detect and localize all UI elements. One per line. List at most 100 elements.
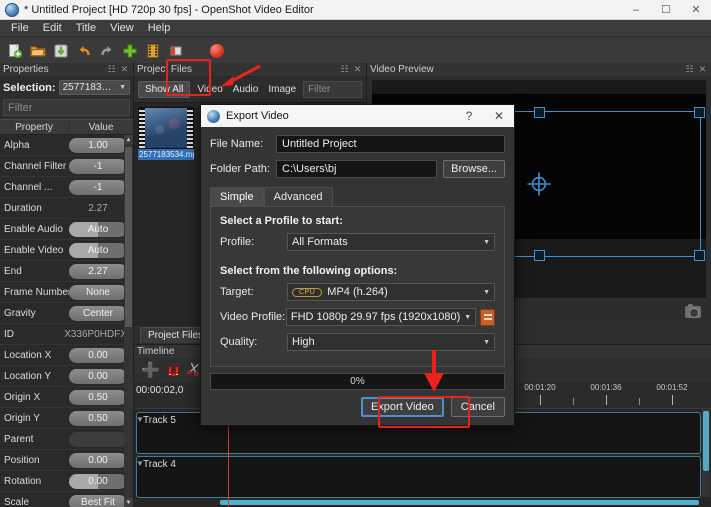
help-button[interactable]: ? [454,105,484,127]
property-value[interactable]: 0.50 [69,389,127,405]
property-value[interactable]: Auto [69,221,127,237]
folder-path-input[interactable]: C:\Users\bj [276,160,438,178]
tab-advanced[interactable]: Advanced [263,187,333,206]
chevron-down-icon: ▼ [119,84,126,91]
file-name-input[interactable]: Untitled Project [276,135,505,153]
property-row[interactable]: End 2.27 [0,261,133,282]
property-name: Origin X [4,391,41,403]
property-value[interactable]: 1.00 [69,137,127,153]
profile-dropdown[interactable]: All Formats ▼ [287,233,495,251]
menu-help[interactable]: Help [141,21,178,35]
scroll-down-icon[interactable]: ▼ [124,498,133,507]
target-dropdown[interactable]: CPU MP4 (h.264) ▼ [287,283,495,301]
close-panel-icon[interactable]: ✕ [352,64,363,75]
export-video-button[interactable]: Export Video [360,397,444,417]
close-dialog-button[interactable]: ✕ [484,105,514,127]
menu-edit[interactable]: Edit [36,21,69,35]
project-files-filter-input[interactable]: Filter [303,81,362,98]
close-panel-icon[interactable]: ✕ [119,64,130,75]
property-value[interactable]: 2.27 [69,201,127,216]
property-value[interactable]: 2.27 [69,263,127,279]
video-thumbnail-icon [138,107,194,149]
close-panel-icon[interactable]: ✕ [697,64,708,75]
timeline-horizontal-scrollbar[interactable] [220,500,699,505]
property-value[interactable]: 0.00 [69,368,127,384]
property-row[interactable]: Origin X 0.50 [0,387,133,408]
property-row[interactable]: Enable Audio Auto [0,219,133,240]
track-row[interactable]: ▼ Track 4 [136,456,701,498]
film-strip-icon[interactable] [143,41,163,61]
properties-scrollbar[interactable]: ▲ ▼ [124,135,133,507]
save-icon[interactable] [51,41,71,61]
video-profile-dropdown[interactable]: FHD 1080p 29.97 fps (1920x1080) ▼ [285,308,477,326]
properties-grid[interactable]: Alpha 1.00 Channel Filter -1 Channel ... -1 Du… [0,135,133,507]
property-row[interactable]: Scale Best Fit [0,492,133,507]
float-panel-icon[interactable]: ☷ [106,64,117,75]
property-value[interactable]: 0.00 [69,347,127,363]
property-row[interactable]: Position 0.00 [0,450,133,471]
property-row[interactable]: Channel Filter -1 [0,156,133,177]
property-row[interactable]: Rotation 0.00 [0,471,133,492]
property-value[interactable]: Best Fit [69,494,127,507]
property-row[interactable]: Duration 2.27 [0,198,133,219]
menu-file[interactable]: File [4,21,36,35]
undo-arrow-icon[interactable] [74,41,94,61]
tab-simple[interactable]: Simple [210,187,264,206]
menu-title[interactable]: Title [69,21,103,35]
property-row[interactable]: ID X336P0HDFX [0,324,133,345]
menu-view[interactable]: View [103,21,141,35]
scroll-up-icon[interactable]: ▲ [124,135,133,144]
scissors-icon[interactable] [185,361,201,379]
redo-arrow-icon[interactable] [97,41,117,61]
manage-profiles-icon[interactable] [480,308,495,326]
float-panel-icon[interactable]: ☷ [684,64,695,75]
property-value[interactable]: X336P0HDFX [64,327,127,342]
float-panel-icon[interactable]: ☷ [339,64,350,75]
magnet-icon[interactable] [167,365,180,379]
property-row[interactable]: Gravity Center [0,303,133,324]
property-row[interactable]: Channel ... -1 [0,177,133,198]
cancel-button[interactable]: Cancel [450,397,505,417]
minimize-button[interactable]: – [621,0,651,19]
property-value[interactable] [69,431,127,447]
quality-dropdown[interactable]: High ▼ [287,333,495,351]
open-folder-icon[interactable] [28,41,48,61]
title-icon[interactable] [166,41,186,61]
property-row[interactable]: Enable Video Auto [0,240,133,261]
property-row[interactable]: Origin Y 0.50 [0,408,133,429]
timeline-vertical-scrollbar[interactable] [702,409,710,497]
camera-icon[interactable] [685,304,701,318]
property-name: Rotation [4,475,42,487]
video-preview-title: Video Preview [370,64,434,75]
property-value[interactable]: Auto [69,242,127,258]
filter-audio[interactable]: Audio [230,82,262,97]
properties-filter-input[interactable]: Filter [3,99,130,116]
window-title: * Untitled Project [HD 720p 30 fps] - Op… [24,3,314,16]
property-value[interactable]: -1 [69,179,127,195]
plus-icon[interactable] [120,41,140,61]
property-value[interactable]: Center [69,305,127,321]
list-item[interactable]: 2577183534.mp [138,107,194,160]
new-file-icon[interactable] [5,41,25,61]
add-track-icon[interactable]: ➕ [141,363,160,378]
filter-video[interactable]: Video [194,82,225,97]
property-row[interactable]: Location X 0.00 [0,345,133,366]
property-row[interactable]: Frame Number None [0,282,133,303]
property-row[interactable]: Parent [0,429,133,450]
filter-show-all[interactable]: Show All [138,81,191,98]
browse-button[interactable]: Browse... [443,160,505,178]
property-row[interactable]: Location Y 0.00 [0,366,133,387]
close-button[interactable]: ✕ [681,0,711,19]
record-dot-icon[interactable] [207,41,227,61]
maximize-button[interactable]: ☐ [651,0,681,19]
property-value[interactable]: 0.00 [69,452,127,468]
property-value[interactable]: None [69,284,127,300]
property-row[interactable]: Alpha 1.00 [0,135,133,156]
filter-image[interactable]: Image [265,82,299,97]
property-value[interactable]: 0.00 [69,473,127,489]
property-value[interactable]: -1 [69,158,127,174]
properties-scroll-thumb[interactable] [125,147,132,327]
selection-dropdown[interactable]: 2577183534.mp4 ▼ [58,80,130,95]
property-value[interactable]: 0.50 [69,410,127,426]
property-name: Gravity [4,307,36,319]
